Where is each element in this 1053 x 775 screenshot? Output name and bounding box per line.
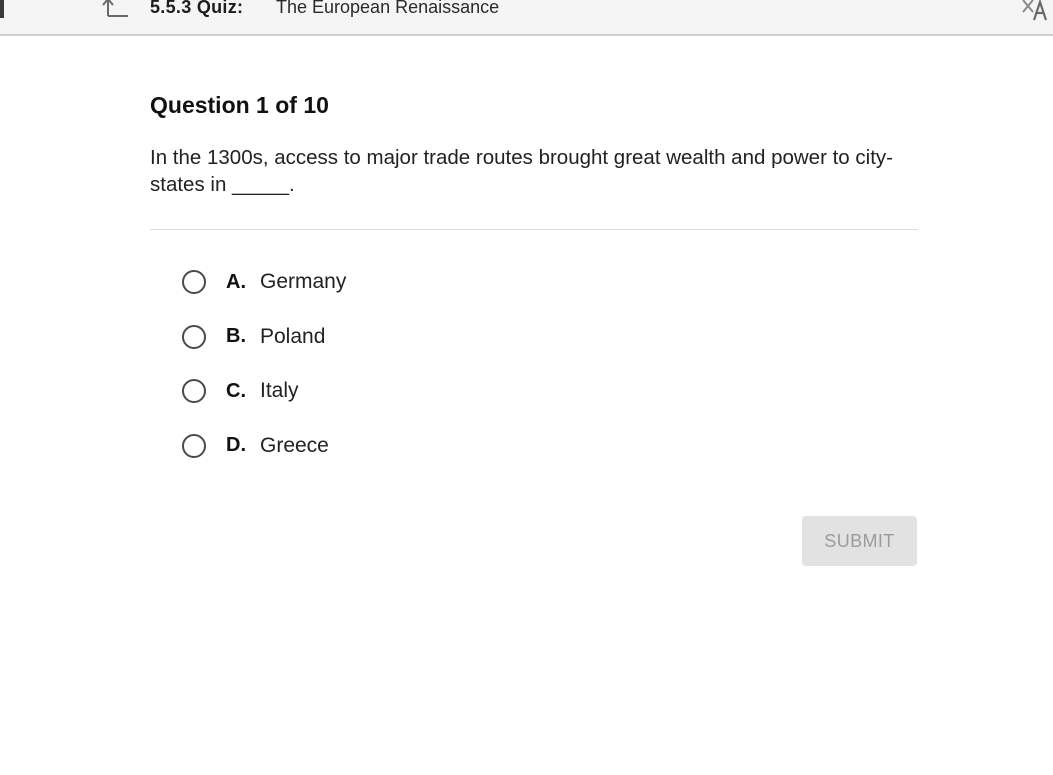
quiz-title: The European Renaissance (276, 0, 500, 17)
question-text: In the 1300s, access to major trade rout… (150, 146, 893, 196)
back-arrow-icon[interactable] (102, 0, 132, 18)
radio-button-icon[interactable] (182, 324, 206, 349)
option-text: Greece (260, 433, 329, 457)
option-letter: C. (226, 379, 246, 402)
radio-button-icon[interactable] (182, 270, 206, 294)
option-text: Italy (260, 379, 299, 402)
window-edge (0, 0, 4, 18)
option-letter: D. (226, 434, 246, 456)
radio-button-icon[interactable] (182, 433, 206, 458)
translate-icon[interactable] (1020, 0, 1052, 24)
top-bar: 5.5.3 Quiz: The European Renaissance (0, 0, 1053, 36)
option-d[interactable]: D. Greece (182, 428, 346, 464)
option-letter: B. (226, 325, 246, 347)
option-a[interactable]: A. Germany (182, 264, 346, 300)
option-text: Germany (260, 270, 347, 293)
radio-button-icon[interactable] (182, 379, 206, 403)
divider (150, 229, 918, 230)
answer-options: A. Germany B. Poland C. Italy D. Greece (182, 264, 346, 482)
question-number: Question 1 of 10 (150, 92, 329, 118)
submit-button[interactable]: SUBMIT (802, 516, 917, 566)
option-text: Poland (260, 324, 326, 348)
option-letter: A. (226, 270, 246, 293)
quiz-code: 5.5.3 Quiz: (150, 0, 244, 17)
option-b[interactable]: B. Poland (182, 319, 346, 355)
option-c[interactable]: C. Italy (182, 373, 346, 409)
